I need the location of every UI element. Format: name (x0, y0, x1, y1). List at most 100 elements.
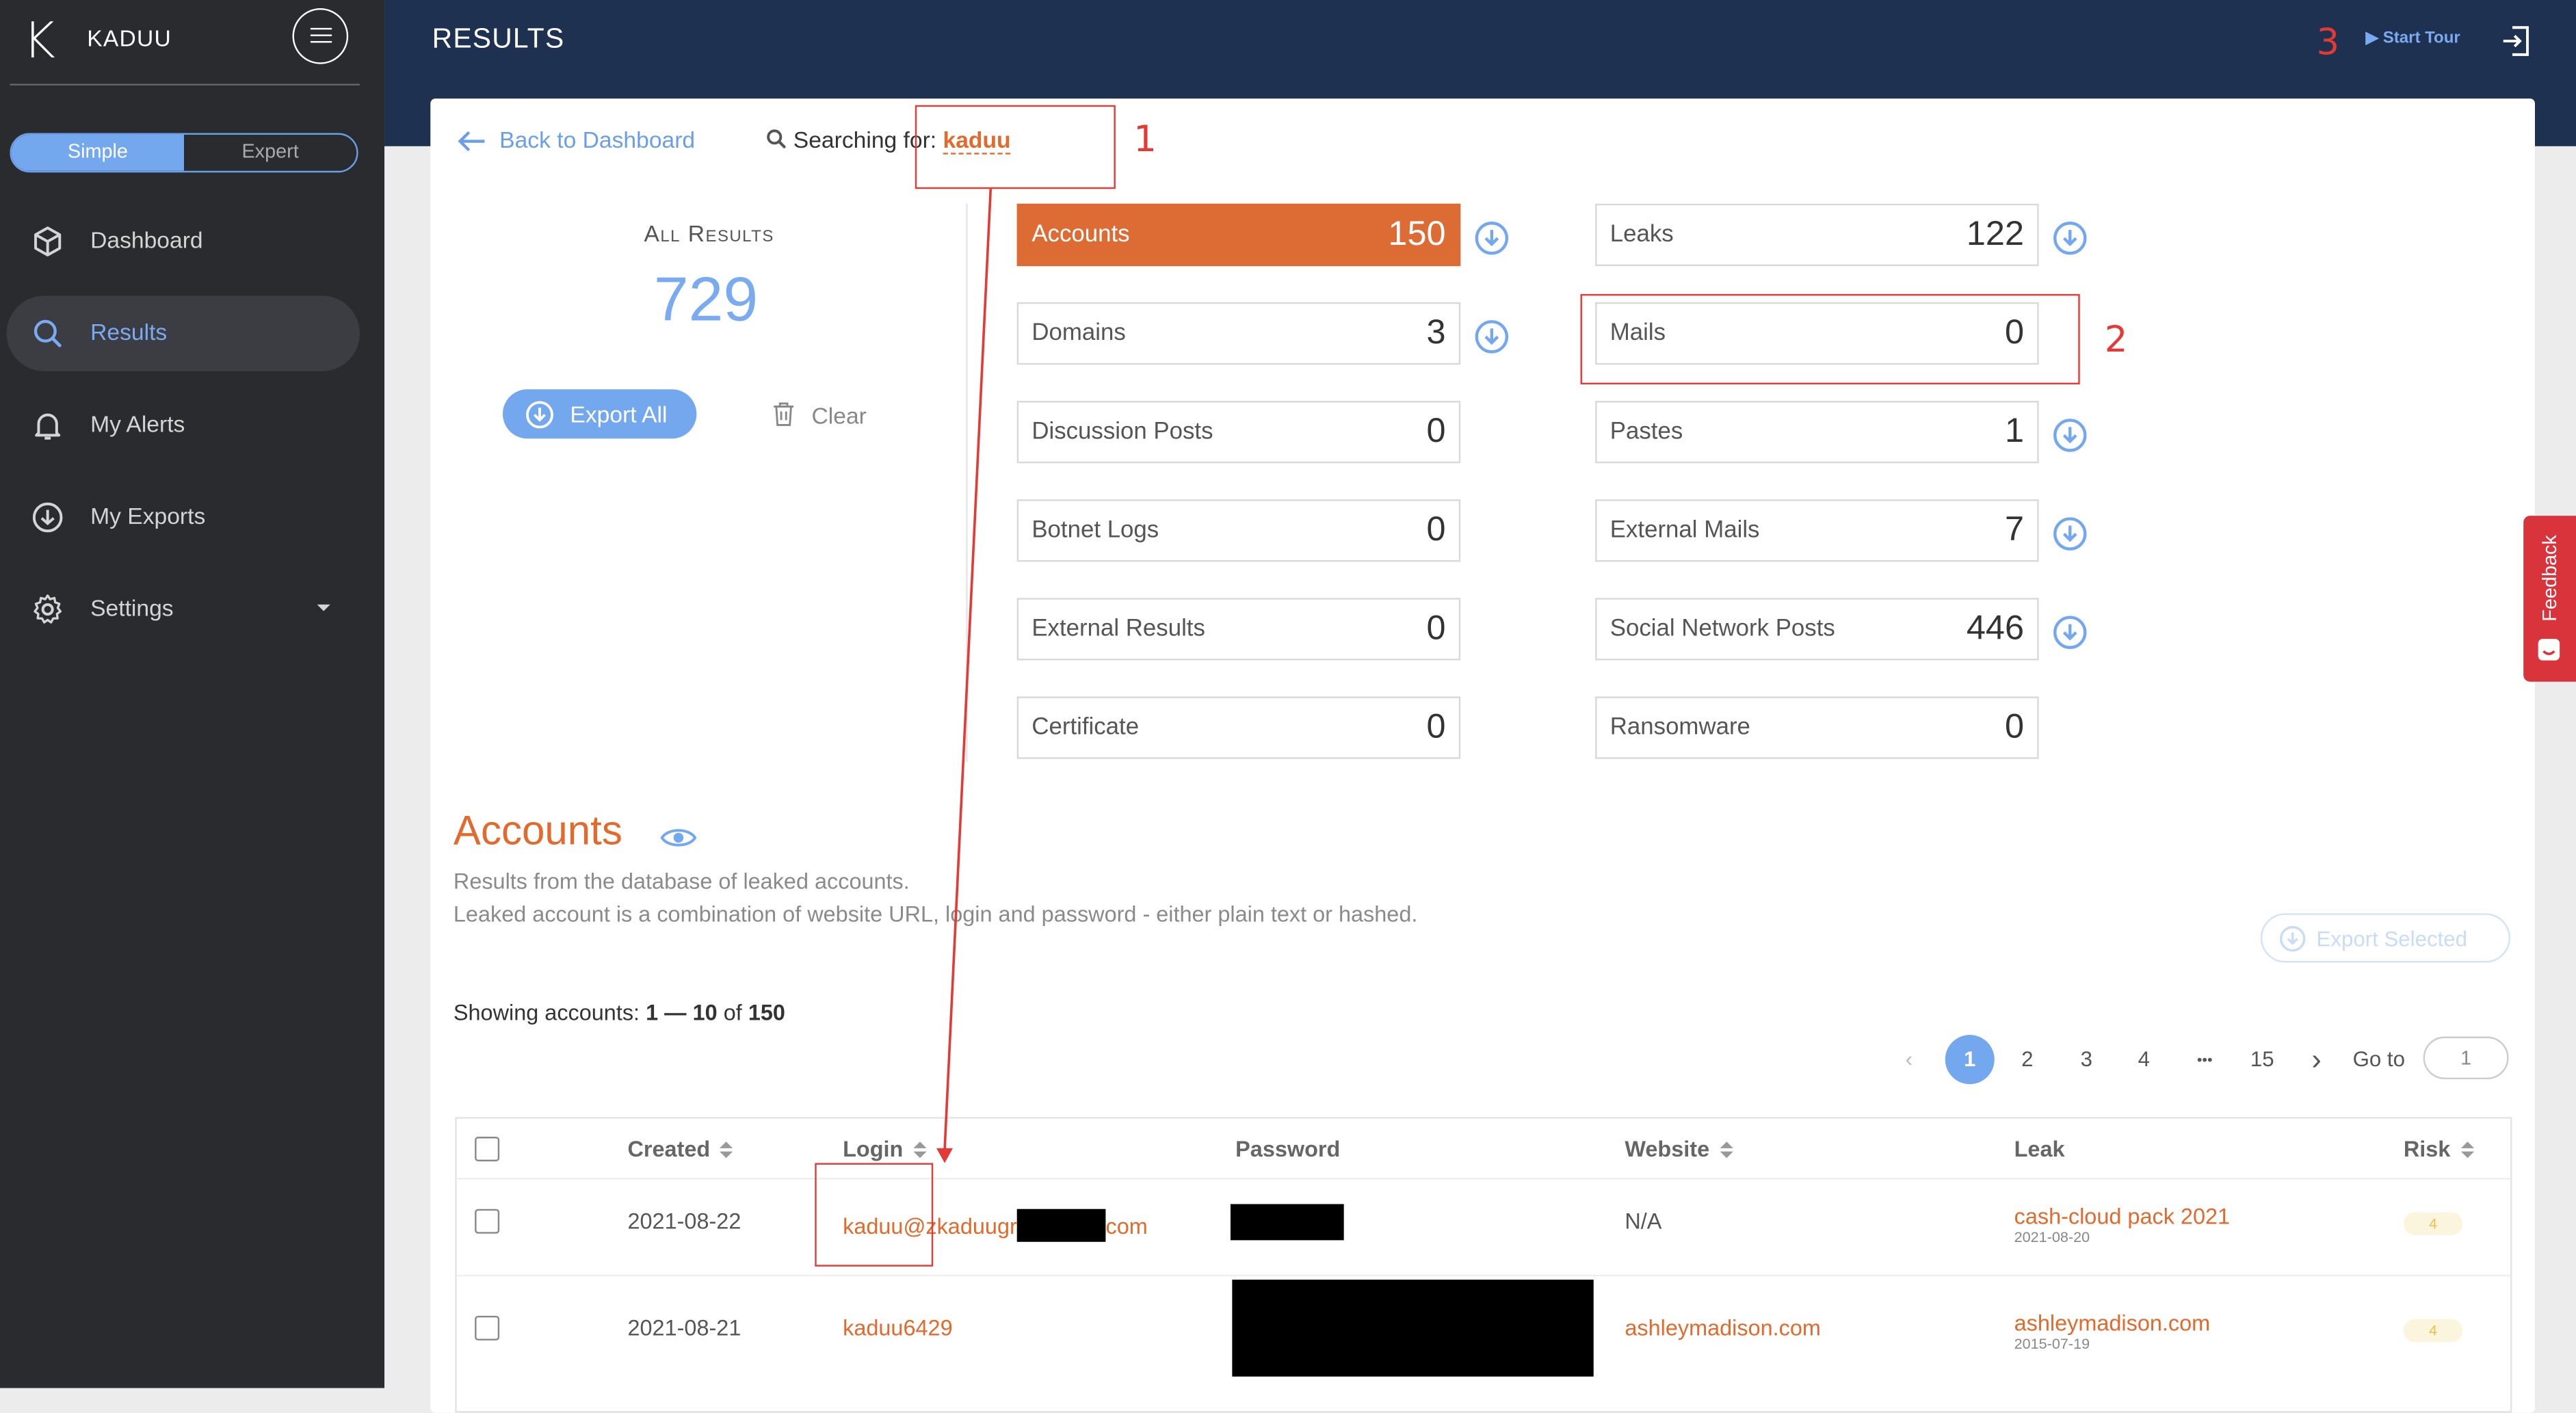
row-checkbox[interactable] (475, 1315, 500, 1341)
sidebar-item-dashboard[interactable]: Dashboard (7, 204, 360, 279)
goto-page-input[interactable]: 1 (2423, 1036, 2509, 1079)
category-tile-external-mails[interactable]: External Mails 7 (1595, 499, 2039, 562)
sidebar-item-label: My Exports (90, 502, 206, 529)
category-label: Certificate (1031, 714, 1140, 741)
cell-website[interactable]: ashleymadison.com (1625, 1316, 1821, 1341)
export-selected-button[interactable]: Export Selected (2260, 913, 2510, 963)
showing-range: 1 — 10 (646, 1000, 718, 1025)
accounts-section-title: Accounts (453, 808, 622, 854)
download-circle-icon[interactable] (2052, 614, 2088, 650)
page-15-button[interactable]: 15 (2244, 1035, 2281, 1084)
category-tile-external-results[interactable]: External Results 0 (1016, 598, 1461, 661)
sidebar-item-my-exports[interactable]: My Exports (7, 479, 360, 555)
sort-icon (2460, 1141, 2473, 1159)
row-checkbox[interactable] (475, 1209, 500, 1234)
column-header-created[interactable]: Created (627, 1137, 733, 1161)
logout-icon[interactable] (2499, 23, 2535, 60)
category-tile-leaks[interactable]: Leaks 122 (1595, 203, 2039, 267)
download-circle-icon[interactable] (2052, 417, 2088, 453)
header-label: Risk (2403, 1137, 2451, 1162)
category-tile-domains[interactable]: Domains 3 (1016, 302, 1461, 365)
header-label: Password (1235, 1137, 1341, 1162)
menu-toggle-button[interactable] (292, 8, 349, 64)
download-circle-icon[interactable] (1473, 220, 1510, 256)
summary-divider (966, 203, 968, 763)
cell-login[interactable]: kaduu6429 (843, 1316, 953, 1341)
sort-icon (720, 1141, 733, 1159)
start-tour-button[interactable]: ▶ Start Tour (2366, 29, 2460, 47)
category-label: Discussion Posts (1031, 419, 1213, 445)
category-tile-ransomware[interactable]: Ransomware 0 (1595, 696, 2039, 759)
redacted-password (1230, 1204, 1344, 1241)
showing-of: of (723, 1000, 742, 1025)
annotation-number-3: 3 (2316, 23, 2340, 64)
cell-website: N/A (1625, 1209, 1662, 1234)
category-label: Social Network Posts (1609, 616, 1835, 643)
trash-icon (774, 402, 794, 426)
more-pages-button[interactable]: ••• (2182, 1035, 2228, 1084)
category-tile-accounts[interactable]: Accounts 150 (1016, 203, 1461, 267)
menu-line-icon (310, 27, 332, 31)
category-tile-social-network-posts[interactable]: Social Network Posts 446 (1595, 598, 2039, 661)
back-to-dashboard-link[interactable]: Back to Dashboard (457, 127, 695, 153)
cell-created: 2021-08-21 (627, 1315, 741, 1341)
bell-icon (35, 413, 61, 440)
download-circle-icon[interactable] (1473, 319, 1510, 355)
category-count: 122 (1966, 215, 2025, 253)
sidebar-item-label: My Alerts (90, 410, 185, 437)
eye-icon[interactable] (660, 825, 697, 851)
category-tile-discussion-posts[interactable]: Discussion Posts 0 (1016, 401, 1461, 464)
column-header-risk[interactable]: Risk (2404, 1137, 2473, 1161)
export-all-label: Export All (570, 401, 668, 427)
column-header-website[interactable]: Website (1625, 1137, 1733, 1162)
download-circle-icon[interactable] (2052, 516, 2088, 552)
leak-date: 2021-08-20 (2014, 1228, 2090, 1245)
chevron-down-icon (317, 604, 330, 611)
all-results-label: All Results (644, 220, 774, 247)
category-label: Ransomware (1609, 714, 1750, 741)
clear-label: Clear (811, 402, 867, 429)
export-all-button[interactable]: Export All (502, 389, 697, 439)
category-tile-certificate[interactable]: Certificate 0 (1016, 696, 1461, 759)
sidebar-item-results[interactable]: Results (6, 295, 360, 371)
chevron-left-icon[interactable]: ‹ (1896, 1035, 1922, 1084)
chevron-right-icon[interactable]: › (2303, 1035, 2329, 1084)
cell-leak[interactable]: ashleymadison.com 2015-07-19 (2014, 1311, 2211, 1352)
mode-simple-option[interactable]: Simple (11, 134, 185, 171)
sort-icon (1719, 1141, 1733, 1159)
cell-created: 2021-08-22 (627, 1209, 741, 1234)
header-label: Website (1625, 1137, 1710, 1162)
category-tile-botnet-logs[interactable]: Botnet Logs 0 (1016, 499, 1461, 562)
category-tile-pastes[interactable]: Pastes 1 (1595, 401, 2039, 464)
kaduu-logo[interactable]: K (23, 13, 55, 70)
category-label: Leaks (1609, 222, 1674, 248)
menu-line-icon (310, 41, 332, 44)
clear-button[interactable]: Clear (769, 399, 867, 429)
header-label: Created (627, 1137, 711, 1162)
page-1-button[interactable]: 1 (1945, 1035, 1995, 1085)
column-header-login[interactable]: Login (843, 1137, 927, 1161)
login-text: com (1105, 1213, 1148, 1239)
cell-leak[interactable]: cash-cloud pack 2021 2021-08-20 (2014, 1204, 2230, 1245)
sidebar-item-label: Settings (90, 594, 174, 621)
page-2-button[interactable]: 2 (2011, 1035, 2044, 1084)
download-circle-icon[interactable] (2052, 220, 2088, 256)
leak-date: 2015-07-19 (2014, 1335, 2090, 1352)
feedback-label: Feedback (2538, 535, 2562, 622)
sidebar-item-settings[interactable]: Settings (7, 572, 360, 647)
risk-badge: 4 (2403, 1319, 2463, 1343)
annotation-box-2 (1580, 293, 2080, 385)
download-circle-icon (2279, 925, 2306, 952)
all-results-count: 729 (653, 266, 759, 335)
gear-icon (34, 594, 62, 624)
feedback-tab[interactable]: Feedback (2523, 516, 2576, 682)
category-label: External Results (1031, 616, 1205, 643)
search-icon (34, 319, 62, 347)
mode-expert-option[interactable]: Expert (184, 135, 356, 171)
sidebar-item-my-alerts[interactable]: My Alerts (7, 388, 360, 463)
annotation-number-2: 2 (2104, 320, 2128, 362)
page-4-button[interactable]: 4 (2127, 1035, 2160, 1084)
select-all-checkbox[interactable] (475, 1137, 500, 1162)
page-3-button[interactable]: 3 (2070, 1035, 2103, 1084)
mode-toggle[interactable]: Simple Expert (10, 133, 358, 173)
